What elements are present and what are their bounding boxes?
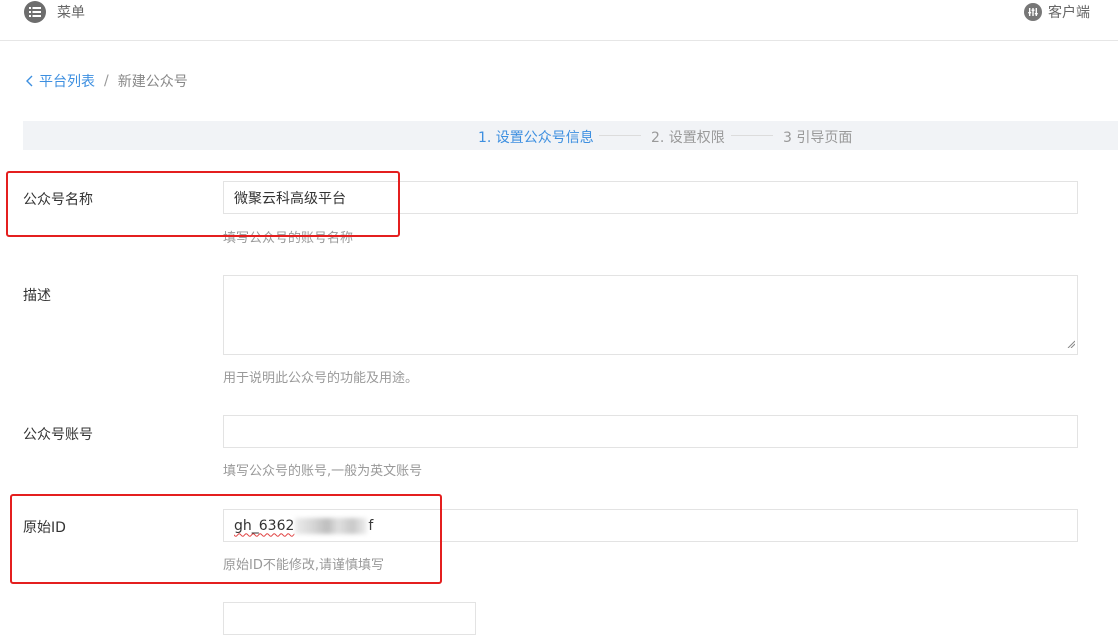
account-label: 公众号账号 [23, 427, 93, 443]
breadcrumb-back-link[interactable]: 平台列表 [26, 71, 95, 91]
step-divider [599, 135, 641, 136]
description-label: 描述 [23, 288, 51, 304]
description-textarea[interactable] [223, 275, 1078, 355]
name-input-value: 微聚云科高级平台 [234, 190, 346, 207]
client-button[interactable]: 客户端 [1024, 2, 1090, 22]
resize-handle-icon[interactable] [1067, 333, 1076, 352]
redacted-blur [295, 517, 368, 534]
original-id-value-suffix: f [368, 517, 374, 534]
next-field-input[interactable] [223, 602, 476, 635]
menu-list-icon [24, 1, 46, 23]
original-id-value-prefix: gh_6362 [234, 517, 295, 534]
sliders-icon [1024, 3, 1042, 21]
original-id-input[interactable]: gh_6362 f [223, 509, 1078, 542]
name-hint: 填写公众号的账号名称 [223, 231, 354, 246]
step-divider [731, 135, 773, 136]
name-label: 公众号名称 [23, 192, 93, 208]
steps-bar: 1. 设置公众号信息 2. 设置权限 3 引导页面 [23, 121, 1118, 150]
breadcrumb-current: 新建公众号 [117, 74, 188, 90]
breadcrumb-back-label: 平台列表 [39, 74, 95, 90]
step-1: 1. 设置公众号信息 [478, 130, 594, 146]
breadcrumb: 平台列表 / 新建公众号 [26, 71, 188, 91]
menu-label: 菜单 [57, 5, 85, 21]
account-hint: 填写公众号的账号,一般为英文账号 [223, 464, 423, 479]
menu-button[interactable]: 菜单 [24, 1, 85, 23]
name-input[interactable]: 微聚云科高级平台 [223, 181, 1078, 214]
description-hint: 用于说明此公众号的功能及用途。 [223, 371, 419, 386]
original-id-label: 原始ID [23, 520, 66, 536]
breadcrumb-separator: / [104, 73, 109, 89]
step-3: 3 引导页面 [783, 130, 853, 146]
chevron-left-icon [26, 75, 33, 87]
original-id-hint: 原始ID不能修改,请谨慎填写 [223, 558, 384, 573]
top-bar: 菜单 客户端 [0, 0, 1118, 41]
account-input[interactable] [223, 415, 1078, 448]
client-label: 客户端 [1048, 5, 1090, 21]
step-2: 2. 设置权限 [651, 130, 725, 146]
